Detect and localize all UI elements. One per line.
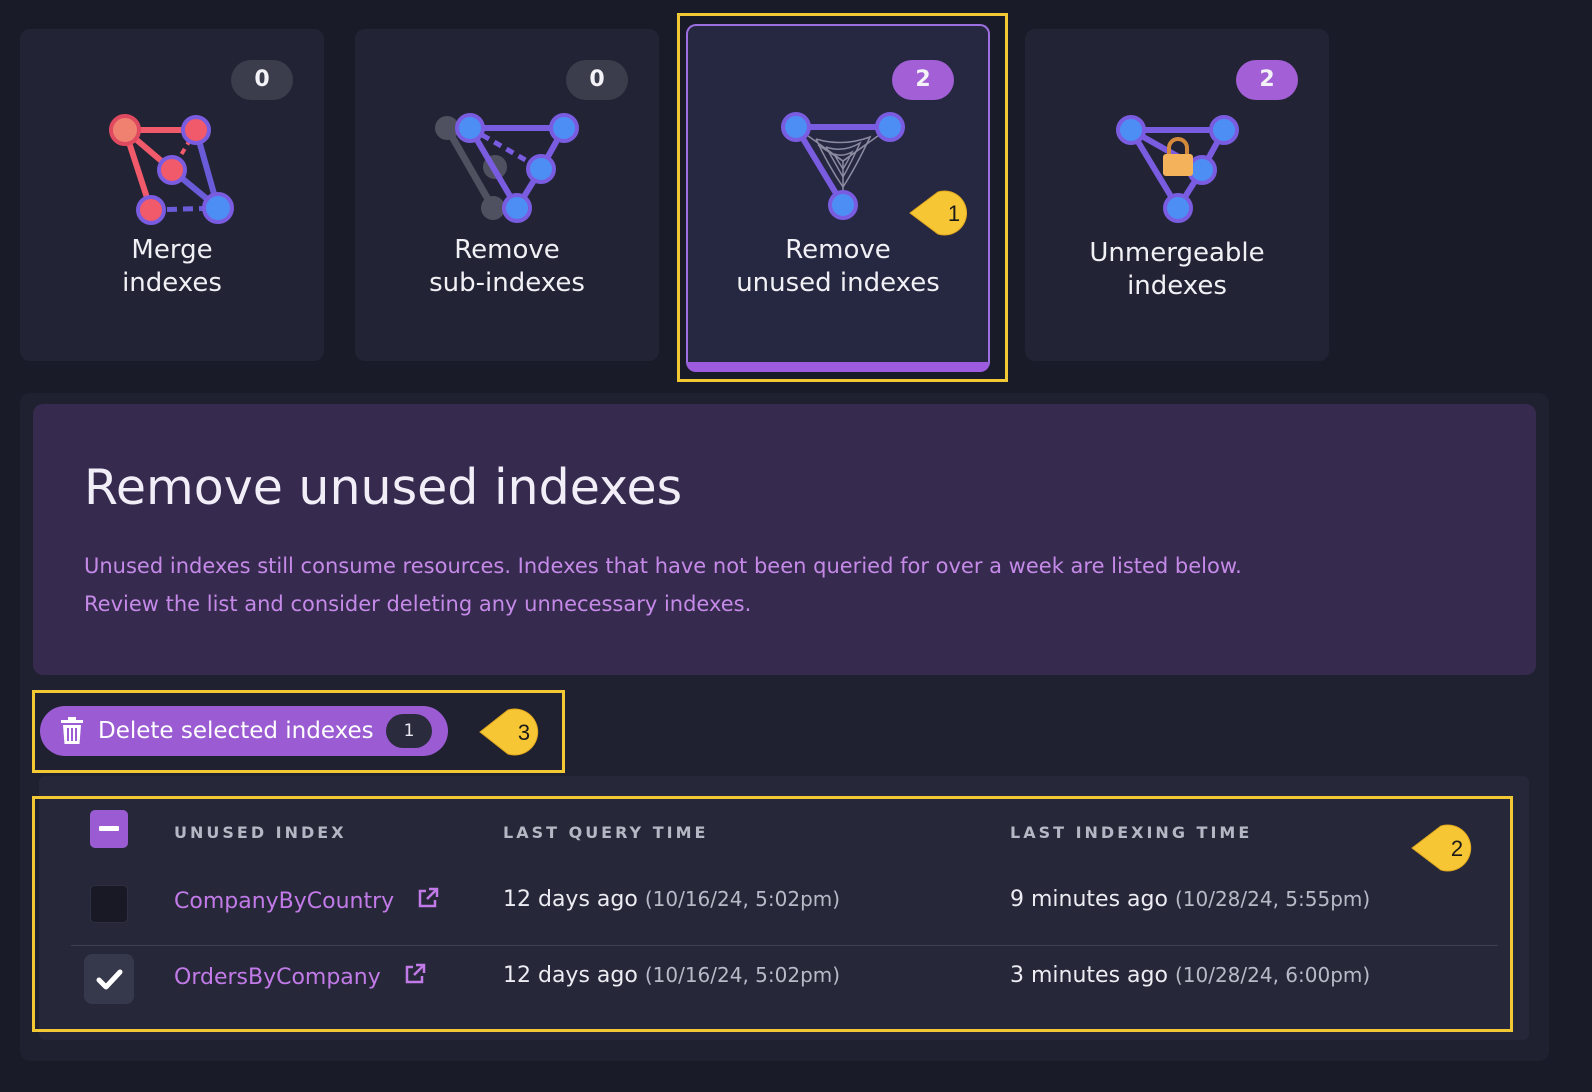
sub-index-count-badge: 0 <box>566 60 628 100</box>
header-last-query-time: LAST QUERY TIME <box>503 823 709 842</box>
checkmark-icon <box>96 969 123 990</box>
delete-button-label: Delete selected indexes <box>98 718 374 744</box>
card-label: Remove unused indexes <box>736 235 940 298</box>
card-remove-unused-indexes[interactable]: 2 Remove unused indexes <box>686 24 990 372</box>
card-label: Merge indexes <box>122 235 222 298</box>
cobweb-graph-icon <box>781 112 905 220</box>
last-query-time-cell: 12 days ago (10/16/24, 5:02pm) <box>503 887 841 912</box>
last-query-time-cell: 12 days ago (10/16/24, 5:02pm) <box>503 963 841 988</box>
last-indexing-time-cell: 3 minutes ago (10/28/24, 6:00pm) <box>1010 963 1371 988</box>
card-remove-sub-indexes[interactable]: 0 Remove sub-indexes <box>355 29 659 361</box>
selected-count-badge: 1 <box>386 714 432 748</box>
external-link-icon <box>405 963 426 984</box>
merge-count-badge: 0 <box>231 60 293 100</box>
unused-count-badge: 2 <box>892 60 954 100</box>
select-all-checkbox[interactable] <box>90 810 128 848</box>
card-label: Unmergeable indexes <box>1089 238 1265 301</box>
header-last-indexing-time: LAST INDEXING TIME <box>1010 823 1253 842</box>
index-link-companybycountry[interactable]: CompanyByCountry <box>174 887 439 914</box>
card-unmergeable-indexes[interactable]: 2 Unmergeable indexes <box>1025 29 1329 361</box>
trash-icon <box>61 717 83 744</box>
merge-graph-icon <box>109 114 234 225</box>
delete-selected-button[interactable]: Delete selected indexes 1 <box>40 706 448 756</box>
description-line-2: Review the list and consider deleting an… <box>84 592 752 616</box>
sub-index-graph-icon <box>435 113 579 223</box>
row-checkbox-companybycountry[interactable] <box>90 885 128 923</box>
locked-graph-icon <box>1116 115 1239 223</box>
card-merge-indexes[interactable]: 0 Merge indexes <box>20 29 324 361</box>
minus-icon <box>99 826 119 831</box>
row-divider <box>71 945 1498 946</box>
external-link-icon <box>418 887 439 908</box>
description-line-1: Unused indexes still consume resources. … <box>84 554 1242 578</box>
row-checkbox-ordersbycompany[interactable] <box>84 954 134 1004</box>
unmergeable-count-badge: 2 <box>1236 60 1298 100</box>
card-label: Remove sub-indexes <box>429 235 585 298</box>
page-title: Remove unused indexes <box>84 459 683 516</box>
index-link-ordersbycompany[interactable]: OrdersByCompany <box>174 963 426 990</box>
header-unused-index: UNUSED INDEX <box>174 823 347 842</box>
info-box: Remove unused indexes Unused indexes sti… <box>33 404 1536 675</box>
last-indexing-time-cell: 9 minutes ago (10/28/24, 5:55pm) <box>1010 887 1371 912</box>
